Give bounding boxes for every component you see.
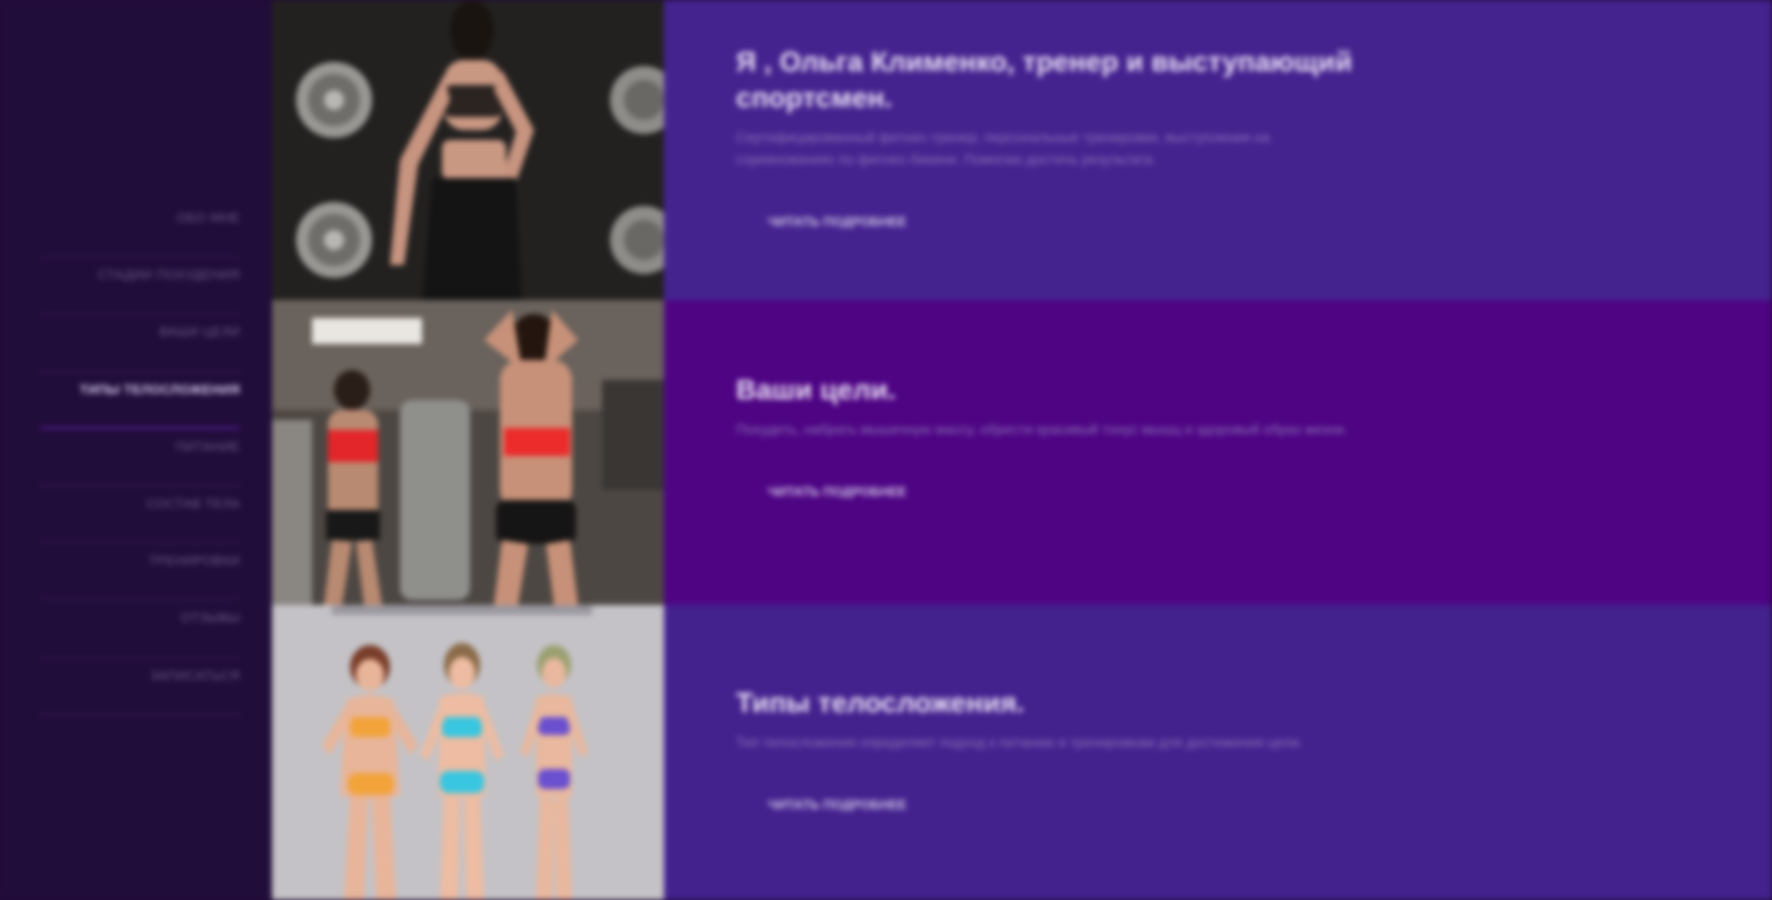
nav-item-goals[interactable]: ВАШИ ЦЕЛИ — [40, 314, 240, 372]
section-content: Я , Ольга Клименко, тренер и выступающий… — [736, 44, 1366, 239]
photo-body-types — [272, 605, 664, 900]
sidebar-nav: ОБО МНЕ СТАДИИ ПОХУДЕНИЯ ВАШИ ЦЕЛИ ТИПЫ … — [40, 200, 240, 715]
nav-item-label: ЗАПИСАТЬСЯ — [150, 667, 240, 683]
photo-trainer — [272, 0, 664, 300]
nav-item-label: ТИПЫ ТЕЛОСЛОЖЕНИЯ — [79, 381, 240, 397]
section-goals: Ваши цели. Похудеть, набрать мышечную ма… — [664, 300, 1772, 605]
nav-item-label: ОБО МНЕ — [176, 210, 240, 225]
section-title: Ваши цели. — [736, 374, 896, 405]
section-body-types: Типы телосложения. Тип телосложения опре… — [664, 605, 1772, 900]
photo-column — [272, 0, 664, 900]
read-more-button[interactable]: ЧИТАТЬ ПОДРОБНЕЕ — [746, 204, 928, 239]
nav-item-label: ПИТАНИЕ — [175, 438, 240, 454]
section-description: Сертифицированный фитнес-тренер, персона… — [736, 129, 1270, 167]
section-title: Я , Ольга Клименко, тренер и выступающий… — [736, 46, 1353, 113]
nav-item-label: СТАДИИ ПОХУДЕНИЯ — [97, 267, 240, 283]
sidebar: ОБО МНЕ СТАДИИ ПОХУДЕНИЯ ВАШИ ЦЕЛИ ТИПЫ … — [0, 0, 272, 900]
read-more-button[interactable]: ЧИТАТЬ ПОДРОБНЕЕ — [746, 787, 928, 822]
nav-item-stages[interactable]: СТАДИИ ПОХУДЕНИЯ — [40, 257, 240, 315]
nav-item-body-types[interactable]: ТИПЫ ТЕЛОСЛОЖЕНИЯ — [40, 372, 240, 429]
section-title: Типы телосложения. — [736, 687, 1025, 718]
section-content: Ваши цели. Похудеть, набрать мышечную ма… — [736, 372, 1366, 509]
nav-item-label: ОТЗЫВЫ — [180, 610, 240, 626]
section-description: Тип телосложения определяет подход к пит… — [736, 734, 1303, 750]
nav-item-signup[interactable]: ЗАПИСАТЬСЯ — [40, 658, 240, 715]
nav-item-composition[interactable]: СОСТАВ ТЕЛА — [40, 486, 240, 544]
nav-item-nutrition[interactable]: ПИТАНИЕ — [40, 429, 240, 486]
nav-item-label: ТРЕНИРОВКИ — [148, 553, 240, 569]
read-more-button[interactable]: ЧИТАТЬ ПОДРОБНЕЕ — [746, 474, 928, 509]
section-content: Типы телосложения. Тип телосложения опре… — [736, 685, 1366, 822]
nav-item-workouts[interactable]: ТРЕНИРОВКИ — [40, 543, 240, 601]
section-description: Похудеть, набрать мышечную массу, обрест… — [736, 421, 1348, 437]
nav-item-label: СОСТАВ ТЕЛА — [146, 495, 240, 511]
nav-item-label: ВАШИ ЦЕЛИ — [159, 324, 240, 340]
nav-item-reviews[interactable]: ОТЗЫВЫ — [40, 600, 240, 658]
photo-gym — [272, 300, 664, 605]
nav-item-about[interactable]: ОБО МНЕ — [40, 200, 240, 258]
page: ОБО МНЕ СТАДИИ ПОХУДЕНИЯ ВАШИ ЦЕЛИ ТИПЫ … — [0, 0, 1772, 900]
section-about: Я , Ольга Клименко, тренер и выступающий… — [664, 0, 1772, 300]
